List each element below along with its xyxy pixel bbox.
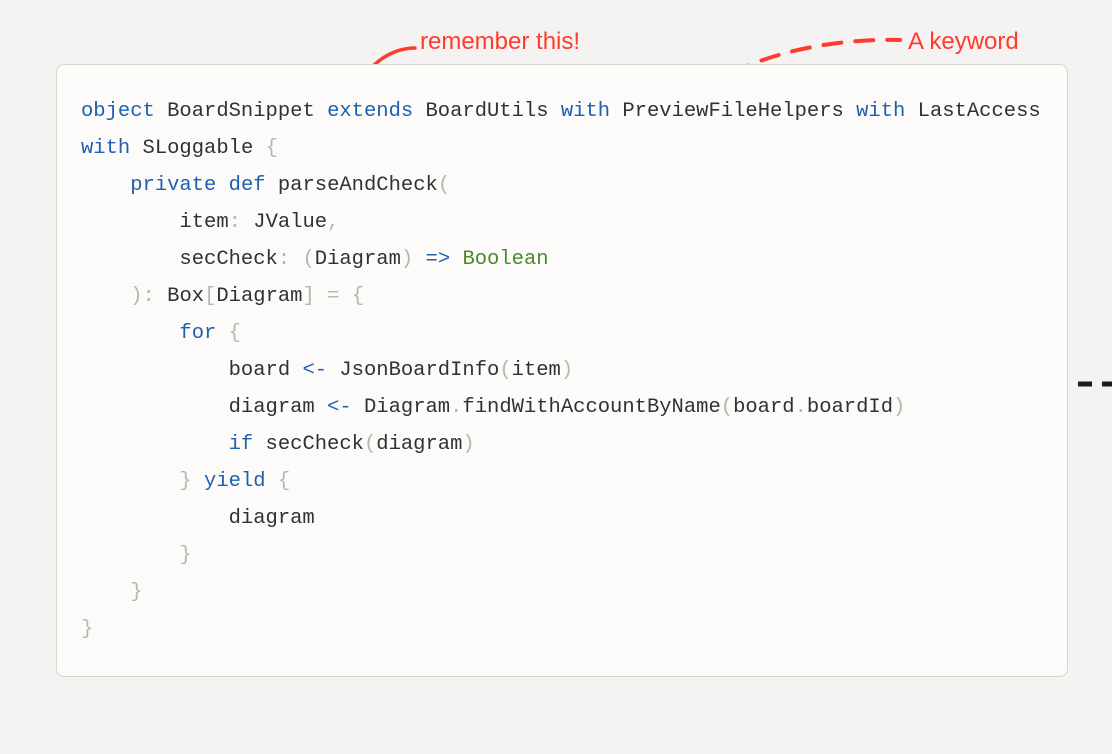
code-token-punc: , [327, 211, 339, 234]
code-token-ident: item [179, 211, 228, 234]
code-token-ident: parseAndCheck [278, 174, 438, 197]
code-token-ident: item [512, 359, 561, 382]
code-token-kw: extends [327, 100, 413, 123]
code-token-ident: Diagram [364, 396, 450, 419]
annotation-remember: remember this! [420, 28, 580, 56]
code-token-punc: } [130, 581, 142, 604]
code-token-punc: ] [303, 285, 315, 308]
code-token-punc: { [278, 470, 290, 493]
code-token-punc: } [179, 470, 191, 493]
code-token-punc: ) [462, 433, 474, 456]
slide: remember this! A keyword object BoardSni… [0, 0, 1112, 754]
code-token-ident: board [229, 359, 291, 382]
code-token-kw: with [81, 137, 130, 160]
code-token-kw: yield [204, 470, 266, 493]
code-token-ident: BoardSnippet [167, 100, 315, 123]
code-token-punc: ) [893, 396, 905, 419]
code-token-punc: } [179, 544, 191, 567]
code-token-ident: LastAccess [918, 100, 1041, 123]
code-token-punc: { [229, 322, 241, 345]
code-token-kw: if [229, 433, 254, 456]
code-token-kw: object [81, 100, 155, 123]
code-token-ident: secCheck [179, 248, 277, 271]
code-token-ident: boardId [807, 396, 893, 419]
code-token-punc: ( [721, 396, 733, 419]
code-token-punc: ( [499, 359, 511, 382]
code-token-ident: secCheck [266, 433, 364, 456]
code-token-ident: diagram [229, 507, 315, 530]
code-token-punc: [ [204, 285, 216, 308]
code-token-ident: SLoggable [143, 137, 254, 160]
code-token-punc: . [450, 396, 462, 419]
code-token-punc: { [352, 285, 364, 308]
code-token-arrow: <- [327, 396, 352, 419]
code-token-punc: : [229, 211, 241, 234]
code-token-kw: with [856, 100, 905, 123]
code-token-kw: private [130, 174, 216, 197]
code-token-ident: diagram [229, 396, 315, 419]
code-token-ident: findWithAccountByName [462, 396, 720, 419]
code-token-ident: JsonBoardInfo [339, 359, 499, 382]
code-token-punc: : [143, 285, 155, 308]
code-token-kw: for [179, 322, 216, 345]
code-token-def: def [229, 174, 266, 197]
code-token-ident: board [733, 396, 795, 419]
code-card: object BoardSnippet extends BoardUtils w… [56, 64, 1068, 677]
code-token-kw: with [561, 100, 610, 123]
code-token-ident: diagram [376, 433, 462, 456]
code-token-punc: { [266, 137, 278, 160]
code-token-arrow: => [426, 248, 451, 271]
code-token-punc: ( [302, 248, 314, 271]
code-token-punc: } [81, 618, 93, 641]
code-token-punc: ) [130, 285, 142, 308]
code-token-punc: ( [364, 433, 376, 456]
code-block: object BoardSnippet extends BoardUtils w… [81, 93, 1043, 648]
code-token-punc: = [327, 285, 339, 308]
code-token-punc: : [278, 248, 290, 271]
annotation-keyword: A keyword [908, 28, 1019, 56]
code-token-type: Boolean [462, 248, 548, 271]
code-token-punc: ) [401, 248, 413, 271]
code-token-ident: JValue [253, 211, 327, 234]
code-token-ident: BoardUtils [426, 100, 549, 123]
code-token-ident: Diagram [315, 248, 401, 271]
code-token-ident: Box [167, 285, 204, 308]
code-token-punc: . [795, 396, 807, 419]
code-token-ident: Diagram [216, 285, 302, 308]
code-token-arrow: <- [302, 359, 327, 382]
code-token-punc: ( [438, 174, 450, 197]
code-token-ident: PreviewFileHelpers [622, 100, 843, 123]
code-token-punc: ) [561, 359, 573, 382]
